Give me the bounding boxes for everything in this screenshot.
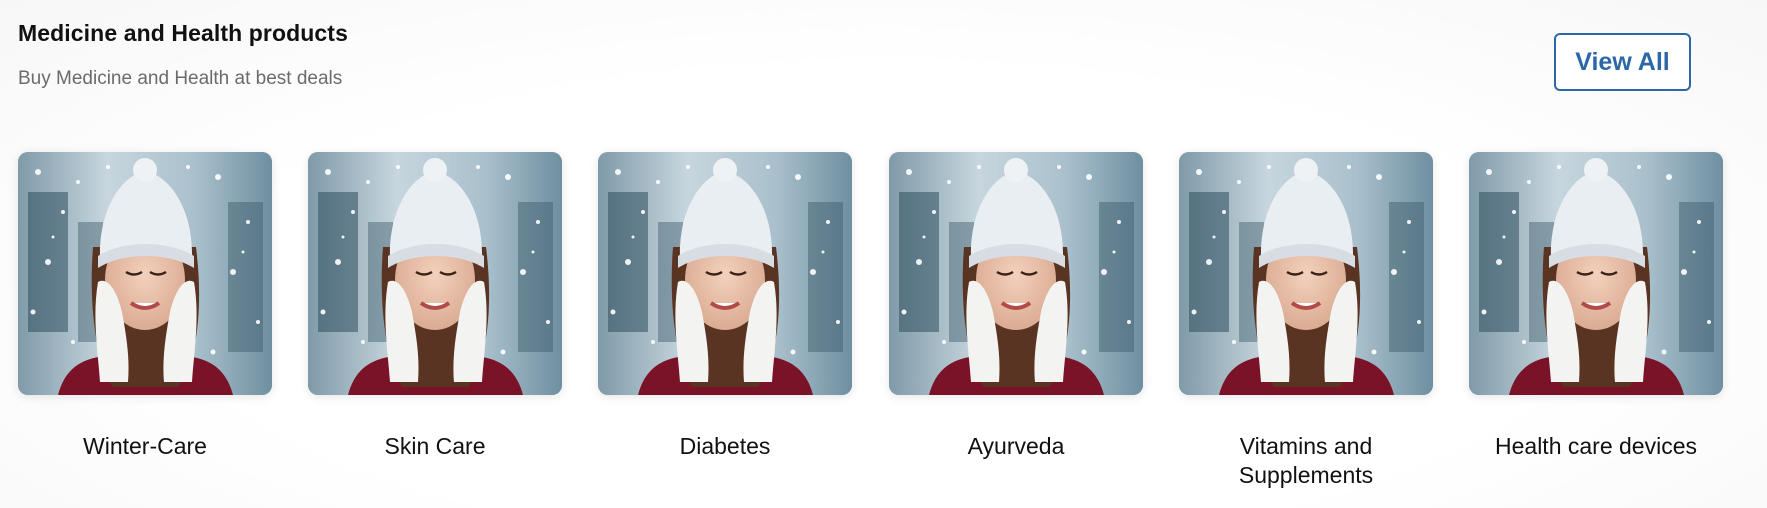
category-card-health-care-devices[interactable]: Health care devices <box>1469 152 1723 459</box>
category-label[interactable]: Health care devices <box>1449 432 1743 461</box>
category-label[interactable]: Diabetes <box>578 432 872 461</box>
category-card-winter-care[interactable]: Winter-Care <box>18 152 272 459</box>
category-image[interactable] <box>1179 152 1433 395</box>
category-image[interactable] <box>889 152 1143 395</box>
category-label[interactable]: Ayurveda <box>869 432 1163 461</box>
category-card-ayurveda[interactable]: Ayurveda <box>889 152 1143 459</box>
category-card-skin-care[interactable]: Skin Care <box>308 152 562 459</box>
category-label[interactable]: Skin Care <box>288 432 582 461</box>
category-image[interactable] <box>1469 152 1723 395</box>
category-label[interactable]: Winter-Care <box>0 432 292 461</box>
category-image[interactable] <box>598 152 852 395</box>
category-image[interactable] <box>18 152 272 395</box>
category-label[interactable]: Vitamins and Supplements <box>1209 432 1403 490</box>
category-card-diabetes[interactable]: Diabetes <box>598 152 852 459</box>
category-card-vitamins-supplements[interactable]: Vitamins and Supplements <box>1179 152 1433 488</box>
section-title: Medicine and Health products <box>18 20 348 46</box>
medicine-health-section: Medicine and Health products Buy Medicin… <box>0 0 1767 508</box>
section-subtitle: Buy Medicine and Health at best deals <box>18 68 343 89</box>
view-all-button[interactable]: View All <box>1554 33 1691 91</box>
category-image[interactable] <box>308 152 562 395</box>
